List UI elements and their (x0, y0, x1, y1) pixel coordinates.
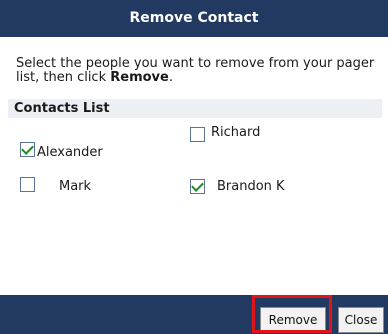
contact-mark[interactable]: Mark (20, 175, 91, 194)
checkbox-mark[interactable] (20, 177, 35, 192)
instructions-part: Select the people you want to remove fro… (16, 56, 375, 85)
checkbox-brandon-k[interactable] (190, 179, 205, 194)
contact-brandon-k[interactable]: Brandon K (190, 179, 285, 194)
contact-alexander[interactable]: Alexander (20, 138, 103, 160)
dialog-footer (0, 295, 388, 334)
contact-label: Richard (211, 125, 261, 140)
contacts-list-header: Contacts List (8, 99, 382, 118)
instructions-end: . (168, 70, 173, 85)
checkbox-alexander[interactable] (20, 141, 35, 157)
checkbox-richard[interactable] (190, 127, 205, 142)
contact-richard[interactable]: Richard (190, 125, 261, 142)
close-button[interactable]: Close (338, 307, 384, 333)
contact-label: Brandon K (217, 179, 285, 194)
remove-button[interactable]: Remove (260, 307, 326, 333)
instructions-remove-bold: Remove (110, 70, 169, 85)
instructions-text: Select the people you want to remove fro… (16, 57, 382, 85)
contact-label: Mark (59, 179, 92, 194)
contact-label: Alexander (37, 145, 103, 160)
dialog-title: Remove Contact (0, 0, 388, 37)
